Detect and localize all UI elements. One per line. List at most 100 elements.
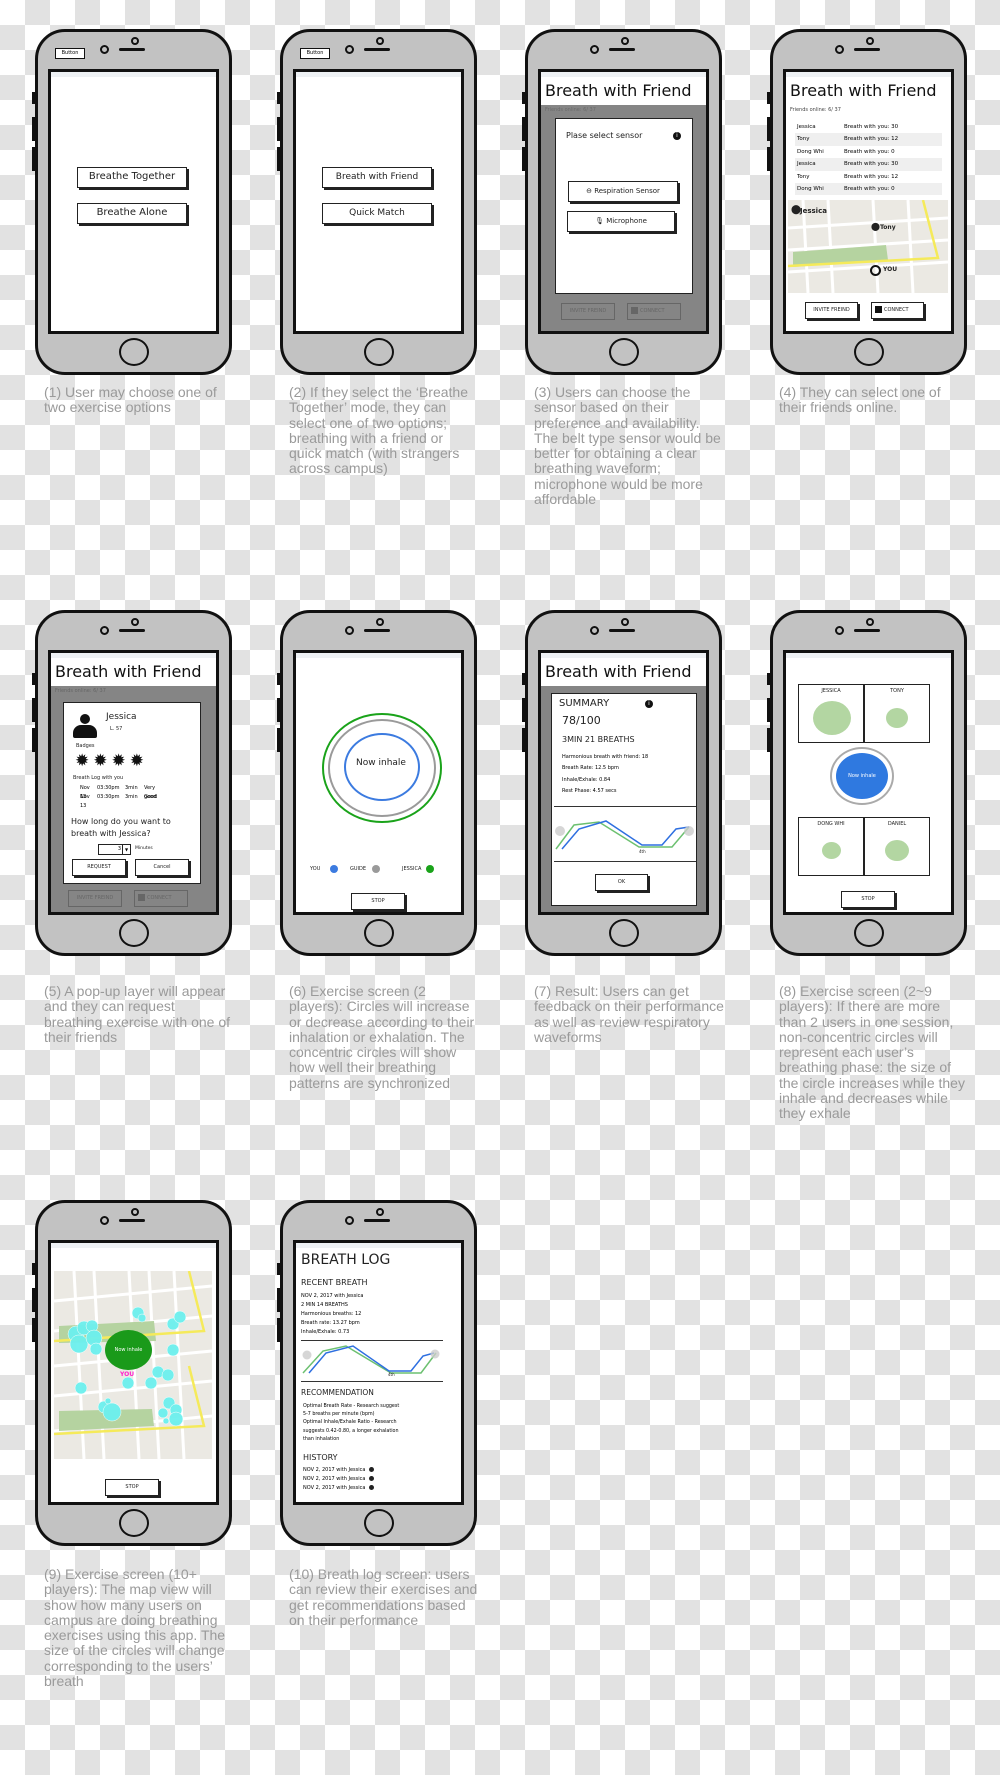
player-box-jessica: JESSICA — [798, 684, 864, 743]
home-button[interactable] — [364, 919, 394, 947]
breathe-together-button[interactable]: Breathe Together — [77, 167, 187, 188]
microphone-button[interactable]: 🎙 Microphone — [567, 211, 675, 232]
quick-match-button[interactable]: Quick Match — [322, 203, 432, 224]
stop-button[interactable]: STOP — [351, 893, 405, 910]
map-label-jessica[interactable]: Jessica — [800, 207, 827, 215]
status-bar — [296, 72, 461, 77]
chevron-down-icon: ▼ — [122, 845, 130, 854]
breath-circle — [886, 708, 908, 728]
caption-4: (4) They can select one of their friends… — [779, 384, 941, 416]
phone-10: BREATH LOG RECENT BREATH NOV 2, 2017 wit… — [277, 1200, 477, 1546]
caption-1: (1) User may choose one of two exercise … — [44, 384, 217, 416]
speaker-icon — [854, 629, 880, 632]
friend-name: Tony — [797, 136, 810, 143]
connect-label: CONNECT — [884, 307, 909, 313]
recommendation-title: RECOMMENDATION — [301, 1388, 374, 1397]
respiration-sensor-button[interactable]: ⊖ Respiration Sensor — [568, 181, 678, 202]
player-name: JESSICA — [821, 688, 841, 694]
breath-circle — [885, 840, 909, 861]
invite-friend-button[interactable]: INVITE FREIND — [805, 302, 858, 319]
home-button[interactable] — [119, 338, 149, 366]
sensor-dot-icon — [866, 618, 874, 626]
modal-title: Plase select sensor — [566, 131, 643, 140]
friend-row[interactable]: Jessica Breath with you: 30 — [795, 121, 942, 134]
friend-row[interactable]: Jessica Breath with you: 30 — [795, 158, 942, 171]
speaker-icon — [119, 629, 145, 632]
minutes-value: 3 — [117, 846, 121, 852]
top-button[interactable]: Button — [300, 48, 330, 59]
sensor-dot-icon — [131, 1208, 139, 1216]
friend-row[interactable]: Dong Whi Breath with you: 0 — [795, 145, 942, 159]
history-item[interactable]: NOV 2, 2017 with Jessica — [303, 1484, 375, 1493]
caption-6: (6) Exercise screen (2 players): Circles… — [289, 983, 475, 1091]
duration: 3MIN 21 BREATHS — [562, 735, 635, 744]
chevron-down-circle-icon[interactable] — [369, 1485, 375, 1490]
legend-jessica: JESSICA — [402, 866, 422, 872]
friend-row[interactable]: Tony Breath with you: 12 — [795, 133, 942, 146]
front-camera-icon — [590, 45, 599, 54]
duration-question: How long do you want to breath with Jess… — [71, 817, 171, 838]
caption-8: (8) Exercise screen (2~9 players): If th… — [779, 983, 965, 1122]
side-button — [767, 117, 770, 141]
breath-log-label: Breath Log with you — [73, 775, 124, 781]
stats: Harmonious breath with friend: 18 Breath … — [562, 752, 648, 797]
history-list: NOV 2, 2017 with Jessica NOV 2, 2017 with… — [303, 1466, 375, 1493]
history-label: NOV 2, 2017 with Jessica — [303, 1476, 366, 1482]
friend-name: Jessica — [797, 161, 816, 168]
home-button[interactable] — [119, 1509, 149, 1537]
campus-map[interactable]: Now inhale YOU — [54, 1271, 212, 1459]
side-button — [277, 92, 280, 104]
friends-map[interactable]: ⬤ Jessica ⬤ Tony YOU — [788, 200, 948, 293]
waveform-chart[interactable]: 4th — [301, 1340, 443, 1382]
side-button — [277, 1318, 280, 1342]
connect-button[interactable]: CONNECT — [871, 302, 924, 319]
top-button[interactable]: Button — [55, 48, 85, 59]
home-button[interactable] — [854, 919, 884, 947]
waveform-chart[interactable]: 4th — [554, 806, 696, 862]
ok-button[interactable]: OK — [595, 874, 648, 891]
jessica-dot — [426, 865, 434, 873]
score: 78/100 — [562, 714, 601, 727]
history-title: HISTORY — [303, 1453, 338, 1462]
friends-online: Friends online: 6/ 37 — [55, 688, 106, 694]
stop-button[interactable]: STOP — [841, 891, 895, 908]
side-button — [32, 147, 35, 171]
phone-5: Breath with Friend Friends online: 6/ 37… — [32, 610, 232, 956]
home-button[interactable] — [854, 338, 884, 366]
cancel-button[interactable]: Cancel — [135, 859, 189, 876]
side-button — [277, 147, 280, 171]
chevron-down-circle-icon[interactable] — [369, 1476, 375, 1481]
phone-9: Now inhale YOU STOP — [32, 1200, 232, 1546]
side-button — [277, 1288, 280, 1312]
home-button[interactable] — [364, 1509, 394, 1537]
speaker-icon — [854, 48, 880, 51]
home-button[interactable] — [609, 338, 639, 366]
invite-friend-button: INVITE FREIND — [561, 303, 615, 320]
friend-row[interactable]: Dong Whi Breath with you: 0 — [795, 182, 942, 196]
home-button[interactable] — [119, 919, 149, 947]
chevron-down-circle-icon[interactable] — [369, 1467, 375, 1472]
front-camera-icon — [100, 45, 109, 54]
home-button[interactable] — [609, 919, 639, 947]
phone-2: Button Breath with Friend Quick Match — [277, 29, 477, 375]
connect-button: CONNECT — [627, 303, 681, 320]
breath-with-friend-button[interactable]: Breath with Friend — [322, 167, 432, 188]
minutes-select[interactable]: 3 ▼ — [98, 844, 131, 855]
screen-friend-popup: Breath with Friend Friends online: 6/ 37… — [48, 650, 219, 915]
sensor-dot-icon — [376, 618, 384, 626]
side-button — [32, 673, 35, 685]
stop-button[interactable]: STOP — [105, 1479, 159, 1496]
request-button[interactable]: REQUEST — [72, 859, 126, 876]
screen-mode-select: Breathe Together Breathe Alone — [48, 69, 219, 334]
friends-online: Friends online: 6/ 37 — [790, 107, 841, 113]
sensor-dot-icon — [131, 618, 139, 626]
breathe-alone-button[interactable]: Breathe Alone — [77, 203, 187, 224]
map-label-tony[interactable]: Tony — [880, 224, 896, 231]
side-button — [277, 698, 280, 722]
history-item[interactable]: NOV 2, 2017 with Jessica — [303, 1475, 375, 1484]
microphone-label: Microphone — [606, 217, 647, 225]
home-button[interactable] — [364, 338, 394, 366]
friend-breath-count: Breath with you: 30 — [844, 124, 899, 130]
friend-row[interactable]: Tony Breath with you: 12 — [795, 170, 942, 183]
history-item[interactable]: NOV 2, 2017 with Jessica — [303, 1466, 375, 1475]
